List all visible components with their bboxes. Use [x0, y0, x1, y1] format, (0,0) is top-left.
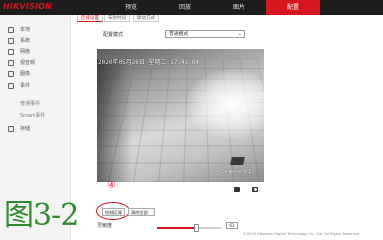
sensitivity-value-field[interactable]: 61 [226, 222, 238, 229]
monitor-icon [8, 27, 14, 33]
osd-camera-name: Camera 01 [221, 169, 251, 175]
sensitivity-slider-handle[interactable] [193, 224, 199, 232]
sidebar-item-event[interactable]: 事件 [0, 81, 71, 91]
chevron-down-icon: ⌄ [237, 31, 242, 37]
step-marker: ④ [107, 180, 116, 191]
sidebar-item-label: 网络 [20, 49, 31, 55]
config-mode-value: 普通模式 [169, 32, 189, 37]
event-icon [8, 83, 14, 89]
top-navigation-bar: HIKVISION 预览 回放 图片 配置 [0, 0, 383, 15]
image-icon [8, 71, 14, 77]
sidebar-item-label: 图像 [20, 71, 31, 77]
sidebar-item-local[interactable]: 本地 [0, 25, 71, 35]
nav-playback[interactable]: 回放 [158, 0, 212, 15]
sidebar-item-network[interactable]: 网络 [0, 47, 71, 57]
nav-configuration[interactable]: 配置 [266, 0, 320, 15]
network-icon [8, 49, 14, 55]
nav-preview[interactable]: 预览 [104, 0, 158, 15]
system-icon [8, 38, 14, 44]
sidebar-item-label: 存储 [20, 126, 31, 132]
copyright-text: ©2018 Hikvision Digital Technology Co., … [243, 232, 361, 236]
live-video-view[interactable]: 2020年05月26日 星期二 17:43:04 Camera 01 [97, 49, 264, 182]
tab-area-settings[interactable]: 区域设置 [77, 15, 103, 22]
storage-icon [8, 126, 14, 132]
sensitivity-label: 灵敏度 [97, 223, 113, 229]
osd-timestamp: 2020年05月26日 星期二 17:43:04 [98, 59, 200, 66]
tab-linkage-method[interactable]: 联动方式 [133, 15, 159, 22]
figure-label: 图3-2 [4, 198, 79, 233]
sidebar-item-label: 本地 [20, 27, 31, 33]
tab-arming-schedule[interactable]: 布防时间 [104, 15, 130, 22]
sidebar-item-label: 系统 [20, 38, 31, 44]
sensitivity-slider[interactable] [157, 224, 221, 232]
hikvision-logo: HIKVISION [3, 2, 53, 11]
record-icon[interactable] [234, 187, 240, 192]
sensitivity-slider-fill [157, 227, 197, 229]
sidebar-item-image[interactable]: 图像 [0, 69, 71, 79]
sidebar-item-basic-event[interactable]: 普通事件 [0, 99, 71, 109]
sidebar-item-system[interactable]: 系统 [0, 36, 71, 46]
shadow-area [97, 59, 132, 182]
nav-picture[interactable]: 图片 [212, 0, 266, 15]
sidebar-item-video-audio[interactable]: 视音频 [0, 58, 71, 68]
clear-all-button[interactable]: 清除全部 [128, 208, 155, 216]
config-mode-label: 配置模式 [103, 32, 124, 38]
sidebar-item-label: 视音频 [20, 60, 36, 66]
sidebar-item-storage[interactable]: 存储 [0, 124, 71, 134]
ceiling-vent [230, 157, 245, 165]
draw-area-button[interactable]: 绘制区域 [102, 208, 125, 216]
sidebar-item-label: 事件 [20, 83, 31, 89]
video-audio-icon [8, 60, 14, 66]
snapshot-icon[interactable] [252, 187, 258, 192]
sidebar-item-smart-event[interactable]: Smart事件 [0, 111, 71, 121]
sidebar-item-label: 普通事件 [20, 101, 41, 107]
sidebar-item-label: Smart事件 [20, 113, 46, 119]
config-mode-select[interactable]: 普通模式 ⌄ [165, 30, 245, 38]
